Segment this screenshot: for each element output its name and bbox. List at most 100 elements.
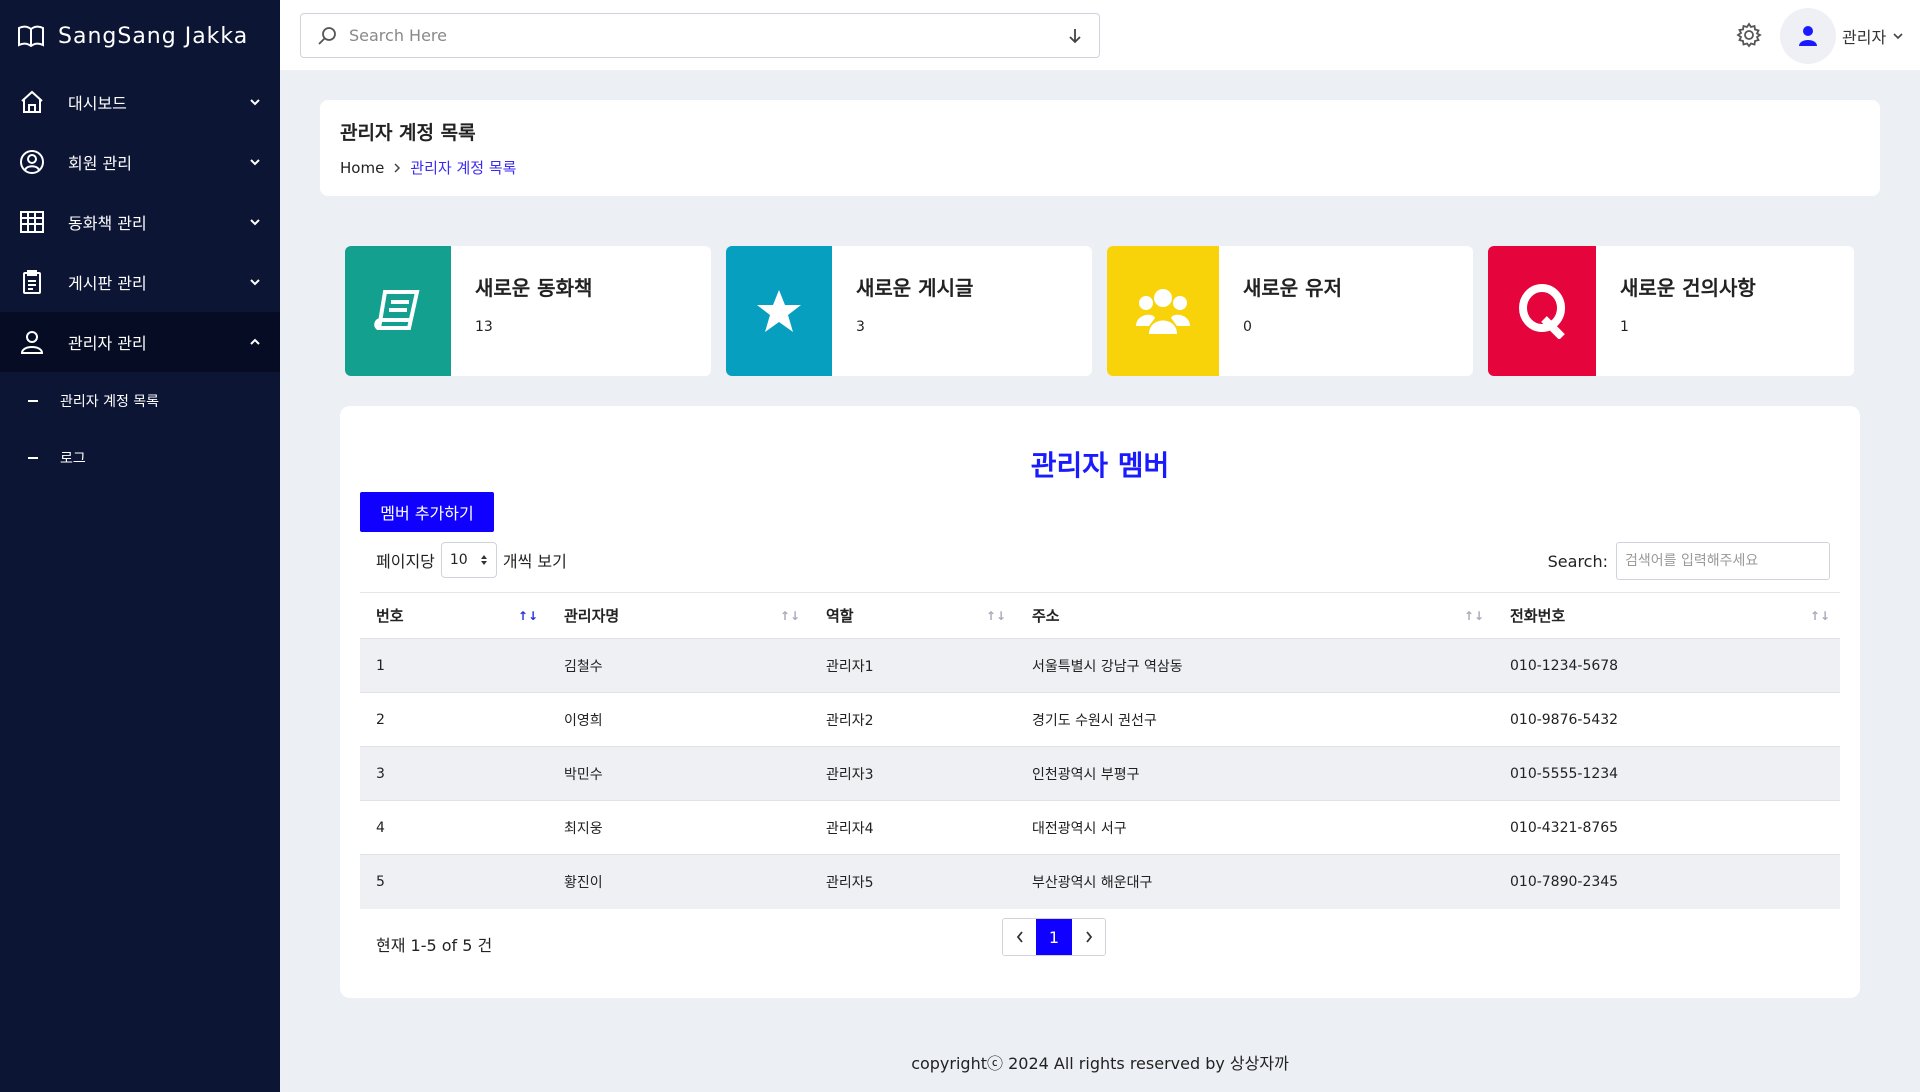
user-icon <box>18 328 46 356</box>
stat-value: 13 <box>475 319 493 335</box>
cell-number: 1 <box>360 638 548 693</box>
next-page-button[interactable] <box>1072 919 1105 955</box>
column-header-phone[interactable]: 전화번호 ↑↓ <box>1494 592 1840 639</box>
column-header-address[interactable]: 주소 ↑↓ <box>1016 592 1494 639</box>
users-icon <box>1107 246 1219 376</box>
sort-icon: ↑↓ <box>517 609 538 623</box>
add-member-button[interactable]: 멤버 추가하기 <box>360 492 494 532</box>
stat-card-suggestions[interactable]: 새로운 건의사항 1 <box>1488 246 1854 376</box>
column-header-number[interactable]: 번호 ↑↓ <box>360 592 548 639</box>
cell-address: 인천광역시 부평구 <box>1016 746 1494 801</box>
table-row[interactable]: 5 황진이 관리자5 부산광역시 해운대구 010-7890-2345 <box>360 854 1840 909</box>
chevron-down-icon <box>250 219 260 226</box>
sidebar-subitem-logs[interactable]: 로그 <box>0 429 280 486</box>
table-search-input[interactable] <box>1616 542 1830 580</box>
stat-card-users[interactable]: 새로운 유저 0 <box>1107 246 1473 376</box>
sort-icon: ↑↓ <box>1809 609 1830 623</box>
cell-number: 4 <box>360 800 548 855</box>
prev-page-button[interactable] <box>1003 919 1036 955</box>
cell-role: 관리자1 <box>810 638 1016 693</box>
chevron-left-icon <box>1016 931 1023 943</box>
stat-card-posts[interactable]: 새로운 게시글 3 <box>726 246 1092 376</box>
brand[interactable]: SangSang Jakka <box>0 0 280 72</box>
user-circle-icon <box>18 148 46 176</box>
table-row[interactable]: 2 이영희 관리자2 경기도 수원시 권선구 010-9876-5432 <box>360 692 1840 747</box>
page-button-current[interactable]: 1 <box>1036 919 1072 955</box>
avatar[interactable] <box>1780 8 1836 64</box>
cell-name: 황진이 <box>548 854 810 909</box>
sidebar: SangSang Jakka 대시보드 회원 관리 동화책 관리 게시판 관리 <box>0 0 280 1092</box>
members-table: 번호 ↑↓ 관리자명 ↑↓ 역할 ↑↓ 주소 ↑↓ 전화번호 ↑↓ 1 김철수 관리자1 … <box>360 592 1840 909</box>
table-row[interactable]: 4 최지웅 관리자4 대전광역시 서구 010-4321-8765 <box>360 800 1840 855</box>
search-icon[interactable] <box>317 26 337 46</box>
members-card: 관리자 멤버 멤버 추가하기 페이지당 10 개씩 보기 Search: 번호↑… <box>340 406 1860 998</box>
column-header-name[interactable]: 관리자명 ↑↓ <box>548 592 810 639</box>
cell-name: 김철수 <box>548 638 810 693</box>
members-heading: 관리자 멤버 <box>1030 449 1170 482</box>
per-page-prefix: 페이지당 <box>376 552 435 571</box>
cell-role: 관리자2 <box>810 692 1016 747</box>
sidebar-item-dashboard[interactable]: 대시보드 <box>0 72 280 132</box>
chevron-down-icon <box>1893 33 1903 40</box>
cell-number: 5 <box>360 854 548 909</box>
cell-phone: 010-9876-5432 <box>1494 692 1840 747</box>
sort-icon: ↑↓ <box>779 609 800 623</box>
arrow-down-icon[interactable] <box>1067 27 1083 45</box>
result-info: 현재 1-5 of 5 건 <box>376 936 493 955</box>
stat-title: 새로운 유저 <box>1243 276 1342 300</box>
sort-icon: ↑↓ <box>1463 609 1484 623</box>
breadcrumb-home[interactable]: Home <box>340 159 384 177</box>
sidebar-item-board[interactable]: 게시판 관리 <box>0 252 280 312</box>
sidebar-item-label: 동화책 관리 <box>68 214 147 233</box>
cell-phone: 010-1234-5678 <box>1494 638 1840 693</box>
sidebar-item-admins[interactable]: 관리자 관리 <box>0 312 280 372</box>
sidebar-item-label: 관리자 관리 <box>68 334 147 353</box>
pagination: 1 <box>1002 918 1106 956</box>
sort-caret-icon <box>480 555 487 565</box>
per-page-control: 페이지당 10 개씩 보기 <box>376 542 567 578</box>
sidebar-item-members[interactable]: 회원 관리 <box>0 132 280 192</box>
stat-title: 새로운 동화책 <box>475 276 593 300</box>
cell-number: 2 <box>360 692 548 747</box>
stat-card-books[interactable]: 새로운 동화책 13 <box>345 246 711 376</box>
per-page-select[interactable]: 10 <box>440 542 497 578</box>
per-page-suffix: 개씩 보기 <box>502 552 567 571</box>
table-row[interactable]: 1 김철수 관리자1 서울특별시 강남구 역삼동 010-1234-5678 <box>360 638 1840 693</box>
per-page-value: 10 <box>449 552 468 568</box>
search-input[interactable] <box>349 26 1067 45</box>
dash-icon <box>28 456 38 459</box>
chevron-down-icon <box>250 159 260 166</box>
column-header-role[interactable]: 역할 ↑↓ <box>810 592 1016 639</box>
home-icon <box>18 88 46 116</box>
cell-phone: 010-5555-1234 <box>1494 746 1840 801</box>
table-search: Search: <box>1548 542 1830 580</box>
stat-title: 새로운 게시글 <box>856 276 974 300</box>
page-title: 관리자 계정 목록 <box>340 122 476 144</box>
table-row[interactable]: 3 박민수 관리자3 인천광역시 부평구 010-5555-1234 <box>360 746 1840 801</box>
brand-name: SangSang Jakka <box>58 23 249 49</box>
search-box <box>300 13 1100 58</box>
stat-value: 0 <box>1243 319 1252 335</box>
sidebar-subitem-admin-list[interactable]: 관리자 계정 목록 <box>0 372 280 429</box>
cell-address: 대전광역시 서구 <box>1016 800 1494 855</box>
user-menu[interactable]: 관리자 <box>1842 24 1904 48</box>
stat-title: 새로운 건의사항 <box>1620 276 1756 300</box>
user-avatar-icon <box>1799 26 1817 46</box>
table-search-label: Search: <box>1547 551 1608 571</box>
page-header: 관리자 계정 목록 Home 관리자 계정 목록 <box>320 100 1880 196</box>
sidebar-item-label: 회원 관리 <box>68 154 132 173</box>
grid-icon <box>18 208 46 236</box>
sidebar-subitem-label: 관리자 계정 목록 <box>60 393 160 410</box>
clipboard-icon <box>18 268 46 296</box>
gear-icon[interactable] <box>1736 22 1762 48</box>
book-icon <box>345 246 451 376</box>
cell-address: 부산광역시 해운대구 <box>1016 854 1494 909</box>
breadcrumb: Home 관리자 계정 목록 <box>340 157 1860 178</box>
chevron-down-icon <box>250 279 260 286</box>
topbar: 관리자 <box>280 0 1920 70</box>
sidebar-item-label: 게시판 관리 <box>68 274 147 293</box>
sidebar-item-books[interactable]: 동화책 관리 <box>0 192 280 252</box>
star-icon <box>726 246 832 376</box>
user-name: 관리자 <box>1842 28 1887 47</box>
sort-icon: ↑↓ <box>985 609 1006 623</box>
